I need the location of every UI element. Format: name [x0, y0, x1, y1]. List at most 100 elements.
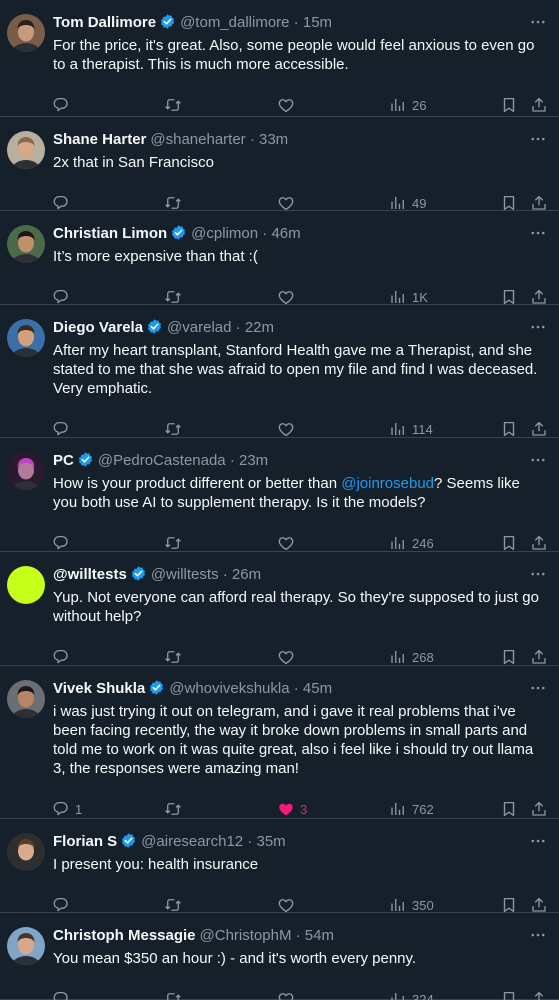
- like-button[interactable]: [277, 895, 295, 915]
- retweet-button[interactable]: [164, 647, 182, 667]
- reply-button[interactable]: [52, 647, 70, 667]
- handle[interactable]: @PedroCastenada: [98, 452, 226, 469]
- more-options-button[interactable]: [529, 130, 549, 150]
- display-name[interactable]: Christoph Messagie: [53, 927, 196, 944]
- avatar[interactable]: [7, 131, 45, 169]
- share-button[interactable]: [530, 95, 548, 115]
- share-button[interactable]: [530, 989, 548, 1000]
- share-button[interactable]: [530, 895, 548, 915]
- retweet-button[interactable]: [164, 895, 182, 915]
- reply-button[interactable]: [52, 287, 70, 307]
- avatar[interactable]: [7, 452, 45, 490]
- reply-tweet[interactable]: @willtests @willtests · 26m Yup. Not every…: [0, 552, 559, 666]
- mention-link[interactable]: @joinrosebud: [341, 475, 434, 492]
- timestamp[interactable]: 35m: [256, 833, 285, 850]
- timestamp[interactable]: 45m: [303, 680, 332, 697]
- views-button[interactable]: 324: [389, 989, 434, 1000]
- share-button[interactable]: [530, 647, 548, 667]
- handle[interactable]: @shaneharter: [150, 131, 245, 148]
- views-button[interactable]: 762: [389, 799, 434, 819]
- timestamp[interactable]: 23m: [239, 452, 268, 469]
- views-button[interactable]: 114: [389, 419, 433, 439]
- handle[interactable]: @tom_dallimore: [180, 14, 289, 31]
- bookmark-button[interactable]: [500, 533, 518, 553]
- timestamp[interactable]: 33m: [259, 131, 288, 148]
- bookmark-button[interactable]: [500, 799, 518, 819]
- handle[interactable]: @whovivekshukla: [169, 680, 289, 697]
- reply-tweet[interactable]: Diego Varela @varelad · 22m After my heart…: [0, 305, 559, 438]
- avatar[interactable]: [7, 927, 45, 965]
- avatar[interactable]: [7, 319, 45, 357]
- bookmark-button[interactable]: [500, 193, 518, 213]
- share-button[interactable]: [530, 799, 548, 819]
- reply-button[interactable]: [52, 533, 70, 553]
- reply-button[interactable]: [52, 895, 70, 915]
- handle[interactable]: @cplimon: [191, 225, 258, 242]
- more-options-button[interactable]: [529, 451, 549, 471]
- retweet-button[interactable]: [164, 95, 182, 115]
- avatar[interactable]: [7, 833, 45, 871]
- avatar[interactable]: [7, 14, 45, 52]
- like-button[interactable]: 3: [277, 799, 307, 819]
- avatar[interactable]: [7, 680, 45, 718]
- avatar[interactable]: [7, 225, 45, 263]
- handle[interactable]: @willtests: [151, 566, 219, 583]
- bookmark-button[interactable]: [500, 647, 518, 667]
- display-name[interactable]: Florian S: [53, 833, 117, 850]
- display-name[interactable]: @willtests: [53, 566, 127, 583]
- timestamp[interactable]: 54m: [305, 927, 334, 944]
- like-button[interactable]: [277, 287, 295, 307]
- share-button[interactable]: [530, 533, 548, 553]
- display-name[interactable]: Diego Varela: [53, 319, 143, 336]
- views-button[interactable]: 26: [389, 95, 426, 115]
- like-button[interactable]: [277, 95, 295, 115]
- views-button[interactable]: 49: [389, 193, 426, 213]
- avatar[interactable]: [7, 566, 45, 604]
- retweet-button[interactable]: [164, 419, 182, 439]
- display-name[interactable]: Shane Harter: [53, 131, 146, 148]
- reply-button[interactable]: [52, 989, 70, 1000]
- more-options-button[interactable]: [529, 13, 549, 33]
- views-button[interactable]: 1K: [389, 287, 428, 307]
- reply-tweet[interactable]: Florian S @airesearch12 · 35m I present yo…: [0, 819, 559, 913]
- reply-button[interactable]: [52, 419, 70, 439]
- retweet-button[interactable]: [164, 533, 182, 553]
- reply-button[interactable]: 1: [52, 799, 82, 819]
- like-button[interactable]: [277, 193, 295, 213]
- reply-tweet[interactable]: Shane Harter @shaneharter · 33m 2x that in…: [0, 117, 559, 211]
- display-name[interactable]: Tom Dallimore: [53, 14, 156, 31]
- timestamp[interactable]: 26m: [232, 566, 261, 583]
- like-button[interactable]: [277, 419, 295, 439]
- display-name[interactable]: Vivek Shukla: [53, 680, 145, 697]
- more-options-button[interactable]: [529, 224, 549, 244]
- like-button[interactable]: [277, 989, 295, 1000]
- display-name[interactable]: Christian Limon: [53, 225, 167, 242]
- timestamp[interactable]: 22m: [245, 319, 274, 336]
- reply-button[interactable]: [52, 95, 70, 115]
- views-button[interactable]: 246: [389, 533, 434, 553]
- bookmark-button[interactable]: [500, 989, 518, 1000]
- retweet-button[interactable]: [164, 799, 182, 819]
- timestamp[interactable]: 15m: [303, 14, 332, 31]
- more-options-button[interactable]: [529, 565, 549, 585]
- bookmark-button[interactable]: [500, 419, 518, 439]
- more-options-button[interactable]: [529, 832, 549, 852]
- reply-tweet[interactable]: Christoph Messagie @ChristophM · 54m You m…: [0, 913, 559, 1000]
- retweet-button[interactable]: [164, 193, 182, 213]
- retweet-button[interactable]: [164, 989, 182, 1000]
- share-button[interactable]: [530, 193, 548, 213]
- reply-tweet[interactable]: Tom Dallimore @tom_dallimore · 15m For the…: [0, 0, 559, 117]
- reply-tweet[interactable]: PC @PedroCastenada · 23m How is your produ…: [0, 438, 559, 552]
- share-button[interactable]: [530, 287, 548, 307]
- more-options-button[interactable]: [529, 318, 549, 338]
- more-options-button[interactable]: [529, 679, 549, 699]
- reply-tweet[interactable]: Christian Limon @cplimon · 46m It’s more e…: [0, 211, 559, 305]
- handle[interactable]: @airesearch12: [141, 833, 243, 850]
- share-button[interactable]: [530, 419, 548, 439]
- display-name[interactable]: PC: [53, 452, 74, 469]
- views-button[interactable]: 268: [389, 647, 434, 667]
- retweet-button[interactable]: [164, 287, 182, 307]
- bookmark-button[interactable]: [500, 95, 518, 115]
- bookmark-button[interactable]: [500, 895, 518, 915]
- bookmark-button[interactable]: [500, 287, 518, 307]
